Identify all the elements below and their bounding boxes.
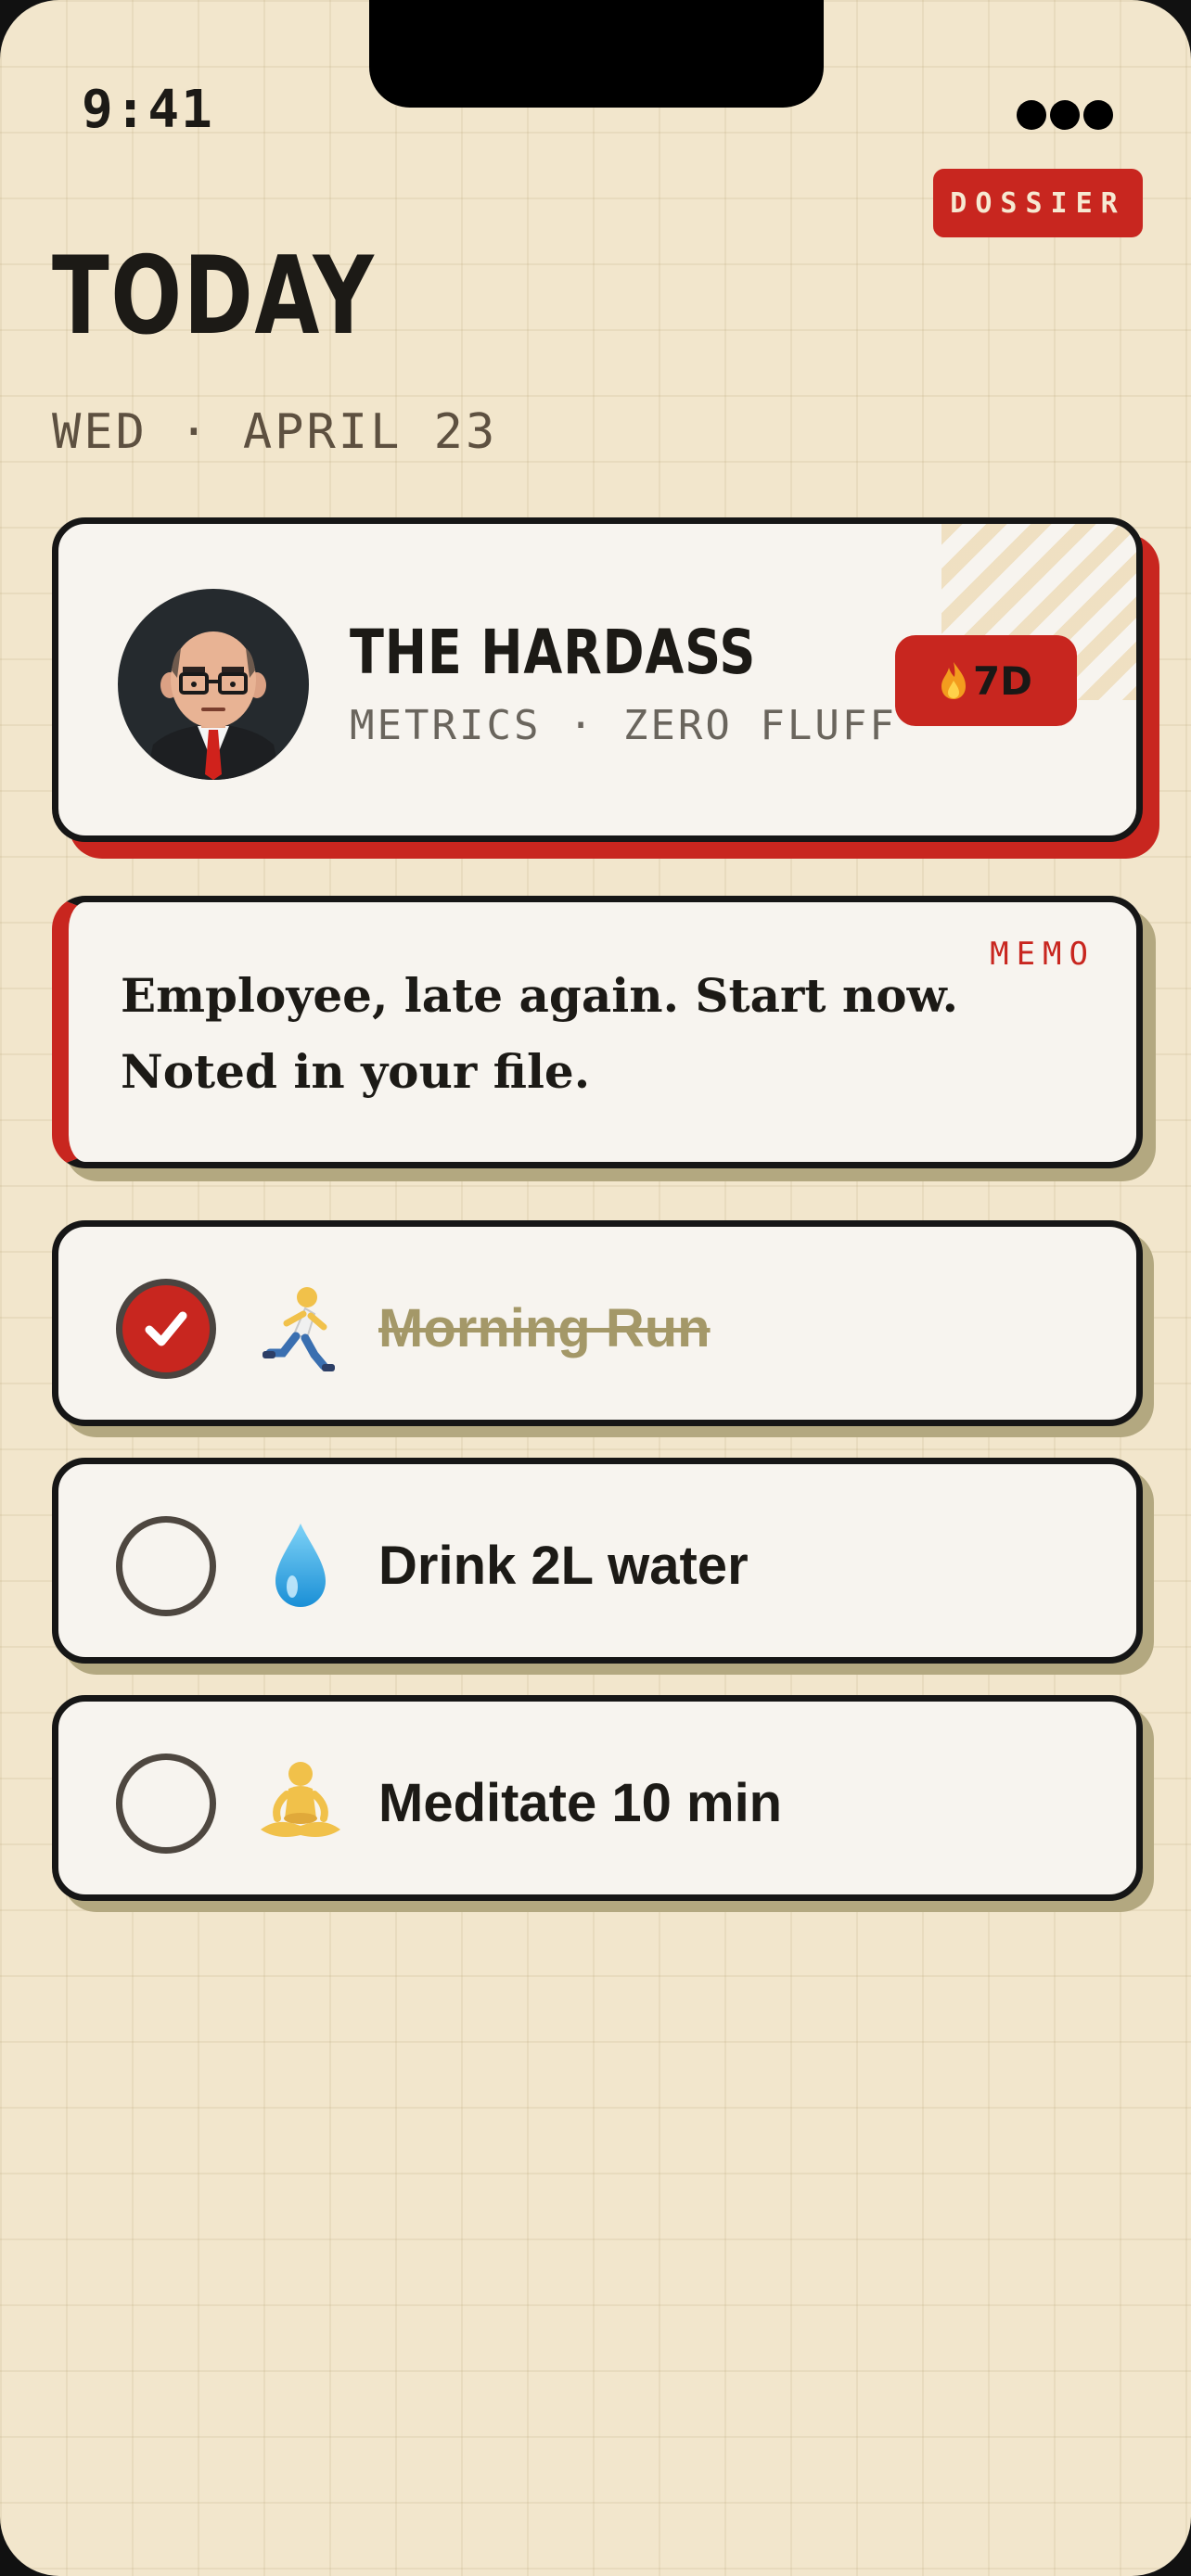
task-label: Morning Run — [378, 1298, 711, 1358]
notch — [369, 0, 824, 108]
flame-icon — [941, 662, 966, 699]
page-date: WED · APRIL 23 — [52, 404, 498, 460]
status-dot — [1017, 100, 1046, 130]
memo-card: MEMO Employee, late again. Start now. No… — [52, 896, 1143, 1168]
coach-name: THE HARDASS — [350, 617, 757, 688]
task-checkbox[interactable] — [116, 1753, 216, 1854]
task-item[interactable]: Meditate 10 min — [52, 1695, 1143, 1901]
streak-badge: 7D — [895, 635, 1077, 726]
task-label: Drink 2L water — [378, 1536, 749, 1596]
runner-icon — [263, 1287, 335, 1371]
task-label: Meditate 10 min — [378, 1773, 783, 1833]
water-drop-icon — [275, 1524, 326, 1607]
meditation-icon — [261, 1762, 340, 1837]
task-item[interactable]: Drink 2L water — [52, 1458, 1143, 1664]
phone-screen: 9:41 DOSSIER TODAY WED · APRIL 23 THE HA… — [0, 0, 1191, 2576]
task-checkbox[interactable] — [116, 1516, 216, 1616]
status-icons — [1017, 100, 1113, 130]
coach-tagline: METRICS · ZERO FLUFF — [350, 702, 897, 749]
page-title: TODAY — [52, 234, 376, 359]
status-dot — [1083, 100, 1113, 130]
dossier-button[interactable]: DOSSIER — [933, 169, 1143, 237]
status-time: 9:41 — [82, 80, 214, 140]
memo-text: Employee, late again. Start now. Noted i… — [121, 968, 959, 1099]
coach-card[interactable]: THE HARDASS METRICS · ZERO FLUFF 7D — [52, 517, 1143, 842]
task-item[interactable]: Morning Run — [52, 1220, 1143, 1426]
checkmark-icon — [145, 1311, 187, 1346]
businessman-avatar-icon — [118, 589, 309, 780]
status-dot — [1050, 100, 1080, 130]
task-checkbox-checked[interactable] — [116, 1279, 216, 1379]
streak-count: 7D — [972, 657, 1033, 704]
